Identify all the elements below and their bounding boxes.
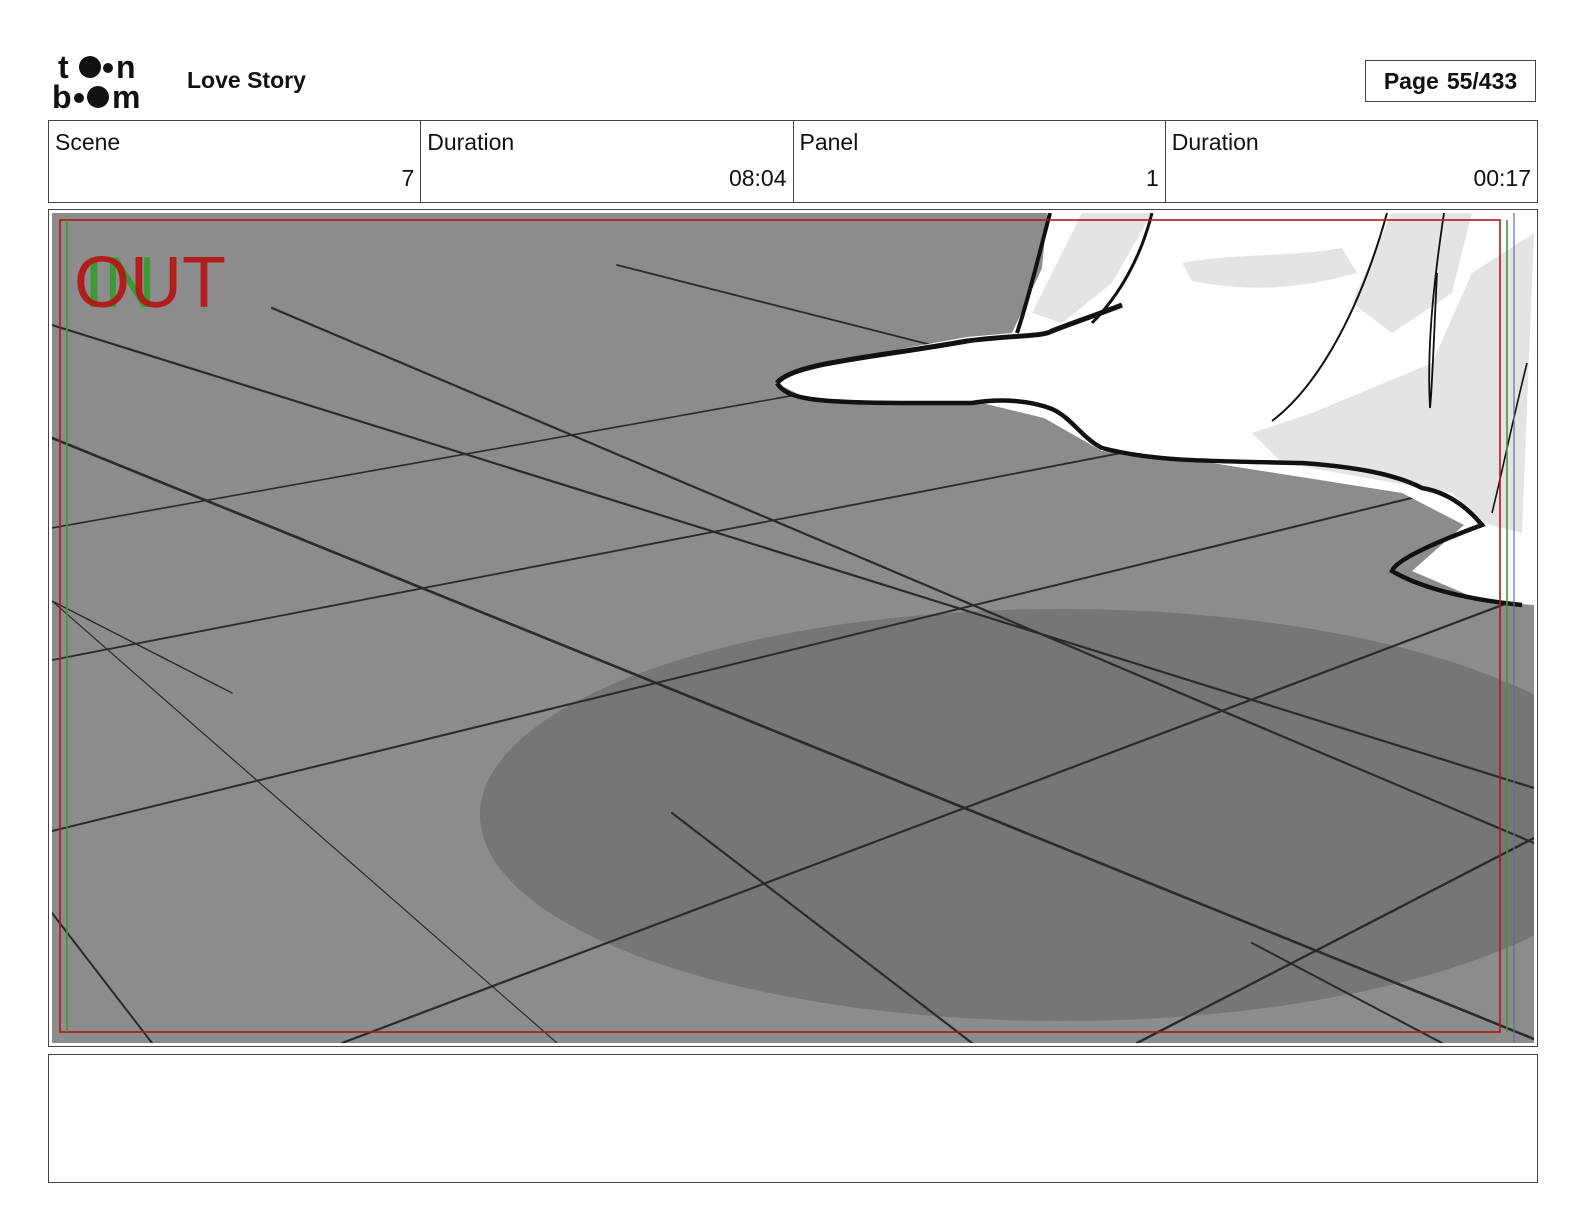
scene-duration-value: 08:04 [728, 165, 787, 191]
page-indicator: Page 55/433 [1365, 60, 1536, 102]
svg-text:m: m [112, 79, 140, 112]
panel-duration-label: Duration [1171, 129, 1259, 155]
svg-text:b: b [52, 79, 72, 112]
panel-cell: Panel 1 [794, 121, 1166, 202]
scene-info-table: Scene 7 Duration 08:04 Panel 1 Duration … [48, 120, 1538, 203]
scene-value: 7 [401, 165, 415, 191]
panel-drawing: IN OUT [52, 213, 1534, 1043]
out-marker: OUT [74, 243, 226, 323]
scene-duration-label: Duration [427, 129, 515, 155]
panel-duration-value: 00:17 [1473, 165, 1531, 191]
toon-boom-logo: t n b m [52, 50, 140, 112]
scene-cell: Scene 7 [49, 121, 422, 202]
project-title: Love Story [187, 67, 306, 93]
scene-duration-cell: Duration 08:04 [421, 121, 794, 202]
panel-duration-cell: Duration 00:17 [1166, 121, 1537, 202]
scene-label: Scene [55, 129, 121, 155]
panel-notes-box[interactable] [48, 1054, 1538, 1183]
page-label: Page [1383, 67, 1439, 94]
page-number: 55/433 [1446, 67, 1518, 94]
storyboard-panel: IN OUT [48, 209, 1538, 1047]
panel-value: 1 [1145, 165, 1159, 191]
panel-label: Panel [799, 129, 859, 155]
